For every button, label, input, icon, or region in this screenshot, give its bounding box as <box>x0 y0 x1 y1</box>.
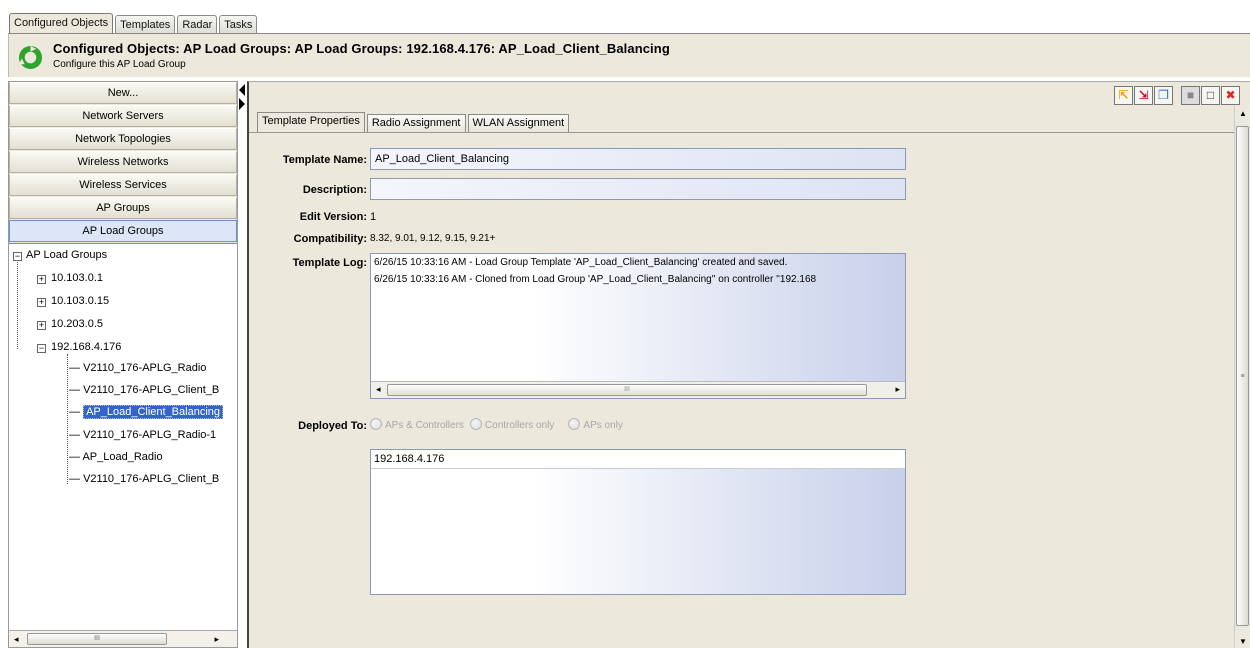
tree-view: − AP Load Groups + 10.103.0.1 + 10.103.0… <box>9 243 237 631</box>
expand-icon[interactable]: + <box>37 298 46 307</box>
tree-node[interactable]: 192.168.4.176 <box>51 341 121 353</box>
tree-leaf-label: AP_Load_Radio <box>82 451 163 463</box>
radio-aps-only[interactable]: APs only <box>568 418 623 431</box>
radio-icon <box>469 418 482 430</box>
tree-leaf-selected[interactable]: — AP_Load_Client_Balancing <box>69 405 223 419</box>
left-navigation-panel: New... Network Servers Network Topologie… <box>8 81 238 648</box>
template-name-label: Template Name: <box>282 154 367 166</box>
tree-leaf[interactable]: — V2110_176-APLG_Radio <box>69 362 206 374</box>
page-header: Configured Objects: AP Load Groups: AP L… <box>8 33 1250 77</box>
tab-tasks[interactable]: Tasks <box>219 15 258 34</box>
collapse-icon[interactable]: − <box>13 252 22 261</box>
scroll-right-icon[interactable]: ▸ <box>895 384 900 395</box>
toolbar-separator <box>1174 86 1180 105</box>
edit-version-value: 1 <box>370 211 377 223</box>
expand-icon[interactable]: + <box>37 275 46 284</box>
tab-templates[interactable]: Templates <box>115 15 176 34</box>
tree-leaf-label: AP_Load_Client_Balancing <box>83 405 223 419</box>
scroll-left-icon[interactable]: ◂ <box>14 634 19 645</box>
tree-node[interactable]: 10.103.0.1 <box>51 272 103 284</box>
nav-ap-load-groups[interactable]: AP Load Groups <box>9 220 237 242</box>
tab-radio-assignment[interactable]: Radio Assignment <box>366 114 466 132</box>
radio-controllers-only[interactable]: Controllers only <box>469 418 555 431</box>
compatibility-label: Compatibility: <box>293 233 367 245</box>
content-vertical-scrollbar[interactable]: ▲ ≡ ▼ <box>1234 106 1250 648</box>
copy-icon[interactable]: ❐ <box>1154 86 1173 105</box>
splitter-arrows-icon[interactable] <box>238 83 246 113</box>
collapse-icon[interactable]: − <box>37 344 46 353</box>
import-icon[interactable]: ⇲ <box>1134 86 1153 105</box>
top-tab-bar: Configured Objects Templates Radar Tasks <box>9 12 258 34</box>
scroll-thumb[interactable]: ≡ <box>1236 126 1249 626</box>
nav-network-servers[interactable]: Network Servers <box>9 105 237 127</box>
template-properties-form: Template Name: AP_Load_Client_Balancing … <box>249 132 1234 647</box>
radio-icon <box>568 418 581 430</box>
description-label: Description: <box>302 184 367 196</box>
log-entry: 6/26/15 10:33:16 AM - Load Group Templat… <box>374 257 788 268</box>
tab-wlan-assignment[interactable]: WLAN Assignment <box>467 114 570 132</box>
nav-wireless-networks[interactable]: Wireless Networks <box>9 151 237 173</box>
radio-label: APs & Controllers <box>385 420 464 431</box>
save-icon[interactable]: ■ <box>1181 86 1200 105</box>
tree-root[interactable]: AP Load Groups <box>26 249 107 261</box>
tree-leaf-label: V2110_176-APLG_Radio <box>83 362 207 374</box>
delete-icon[interactable]: ✖ <box>1221 86 1240 105</box>
radio-icon <box>370 418 382 430</box>
tree-leaf-label: V2110_176-APLG_Radio-1 <box>83 429 217 441</box>
template-name-field[interactable]: AP_Load_Client_Balancing <box>370 148 906 170</box>
inner-tab-bar: Template Properties Radio Assignment WLA… <box>257 112 570 132</box>
scroll-up-icon[interactable]: ▲ <box>1239 109 1247 118</box>
nav-network-topologies[interactable]: Network Topologies <box>9 128 237 150</box>
log-horizontal-scrollbar[interactable]: ◂ III ▸ <box>371 381 905 398</box>
radio-aps-controllers[interactable]: APs & Controllers <box>370 418 464 431</box>
tree-leaf[interactable]: — V2110_176-APLG_Radio-1 <box>69 429 216 441</box>
expand-icon[interactable]: + <box>37 321 46 330</box>
tab-template-properties[interactable]: Template Properties <box>257 112 365 132</box>
content-panel: ⇱ ⇲ ❐ ■ □ ✖ Template Properties Radio As… <box>247 81 1250 648</box>
tree-leaf[interactable]: — V2110_176-APLG_Client_B <box>69 384 219 396</box>
page-subtitle: Configure this AP Load Group <box>53 59 186 70</box>
compatibility-value: 8.32, 9.01, 9.12, 9.15, 9.21+ <box>370 233 496 244</box>
deployed-to-label: Deployed To: <box>298 420 367 432</box>
scroll-right-icon[interactable]: ▸ <box>214 634 219 645</box>
edit-version-label: Edit Version: <box>299 211 367 223</box>
scroll-thumb[interactable]: III <box>27 633 167 645</box>
list-item[interactable]: 192.168.4.176 <box>371 450 905 469</box>
scroll-down-icon[interactable]: ▼ <box>1239 637 1247 646</box>
refresh-icon[interactable] <box>18 45 43 70</box>
description-field[interactable] <box>370 178 906 200</box>
template-log-label: Template Log: <box>292 257 367 269</box>
scroll-thumb[interactable]: III <box>387 384 867 396</box>
tree-node[interactable]: 10.103.0.15 <box>51 295 109 307</box>
tree-leaf[interactable]: — V2110_176-APLG_Client_B <box>69 473 219 485</box>
deployed-to-list[interactable]: 192.168.4.176 <box>370 449 906 595</box>
tree-horizontal-scrollbar[interactable]: ◂ III ▸ <box>9 630 237 647</box>
tab-configured-objects[interactable]: Configured Objects <box>9 13 114 34</box>
tree-leaf-label: V2110_176-APLG_Client_B <box>83 473 220 485</box>
radio-label: APs only <box>583 420 623 431</box>
template-log-area[interactable]: 6/26/15 10:33:16 AM - Load Group Templat… <box>370 253 906 399</box>
scroll-left-icon[interactable]: ◂ <box>376 384 381 395</box>
tab-radar[interactable]: Radar <box>177 15 218 34</box>
export-icon[interactable]: ⇱ <box>1114 86 1133 105</box>
nav-ap-groups[interactable]: AP Groups <box>9 197 237 219</box>
tree-node[interactable]: 10.203.0.5 <box>51 318 103 330</box>
page-title: Configured Objects: AP Load Groups: AP L… <box>53 41 670 56</box>
tree-leaf-label: V2110_176-APLG_Client_B <box>83 384 220 396</box>
new-icon[interactable]: □ <box>1201 86 1220 105</box>
radio-label: Controllers only <box>484 420 555 431</box>
toolbar: ⇱ ⇲ ❐ ■ □ ✖ <box>1114 86 1240 105</box>
tree-leaf[interactable]: — AP_Load_Radio <box>69 451 163 463</box>
nav-wireless-services[interactable]: Wireless Services <box>9 174 237 196</box>
log-entry: 6/26/15 10:33:16 AM - Cloned from Load G… <box>374 274 817 285</box>
new-button[interactable]: New... <box>9 82 237 104</box>
deployed-to-options: APs & Controllers Controllers only APs o… <box>370 418 623 431</box>
